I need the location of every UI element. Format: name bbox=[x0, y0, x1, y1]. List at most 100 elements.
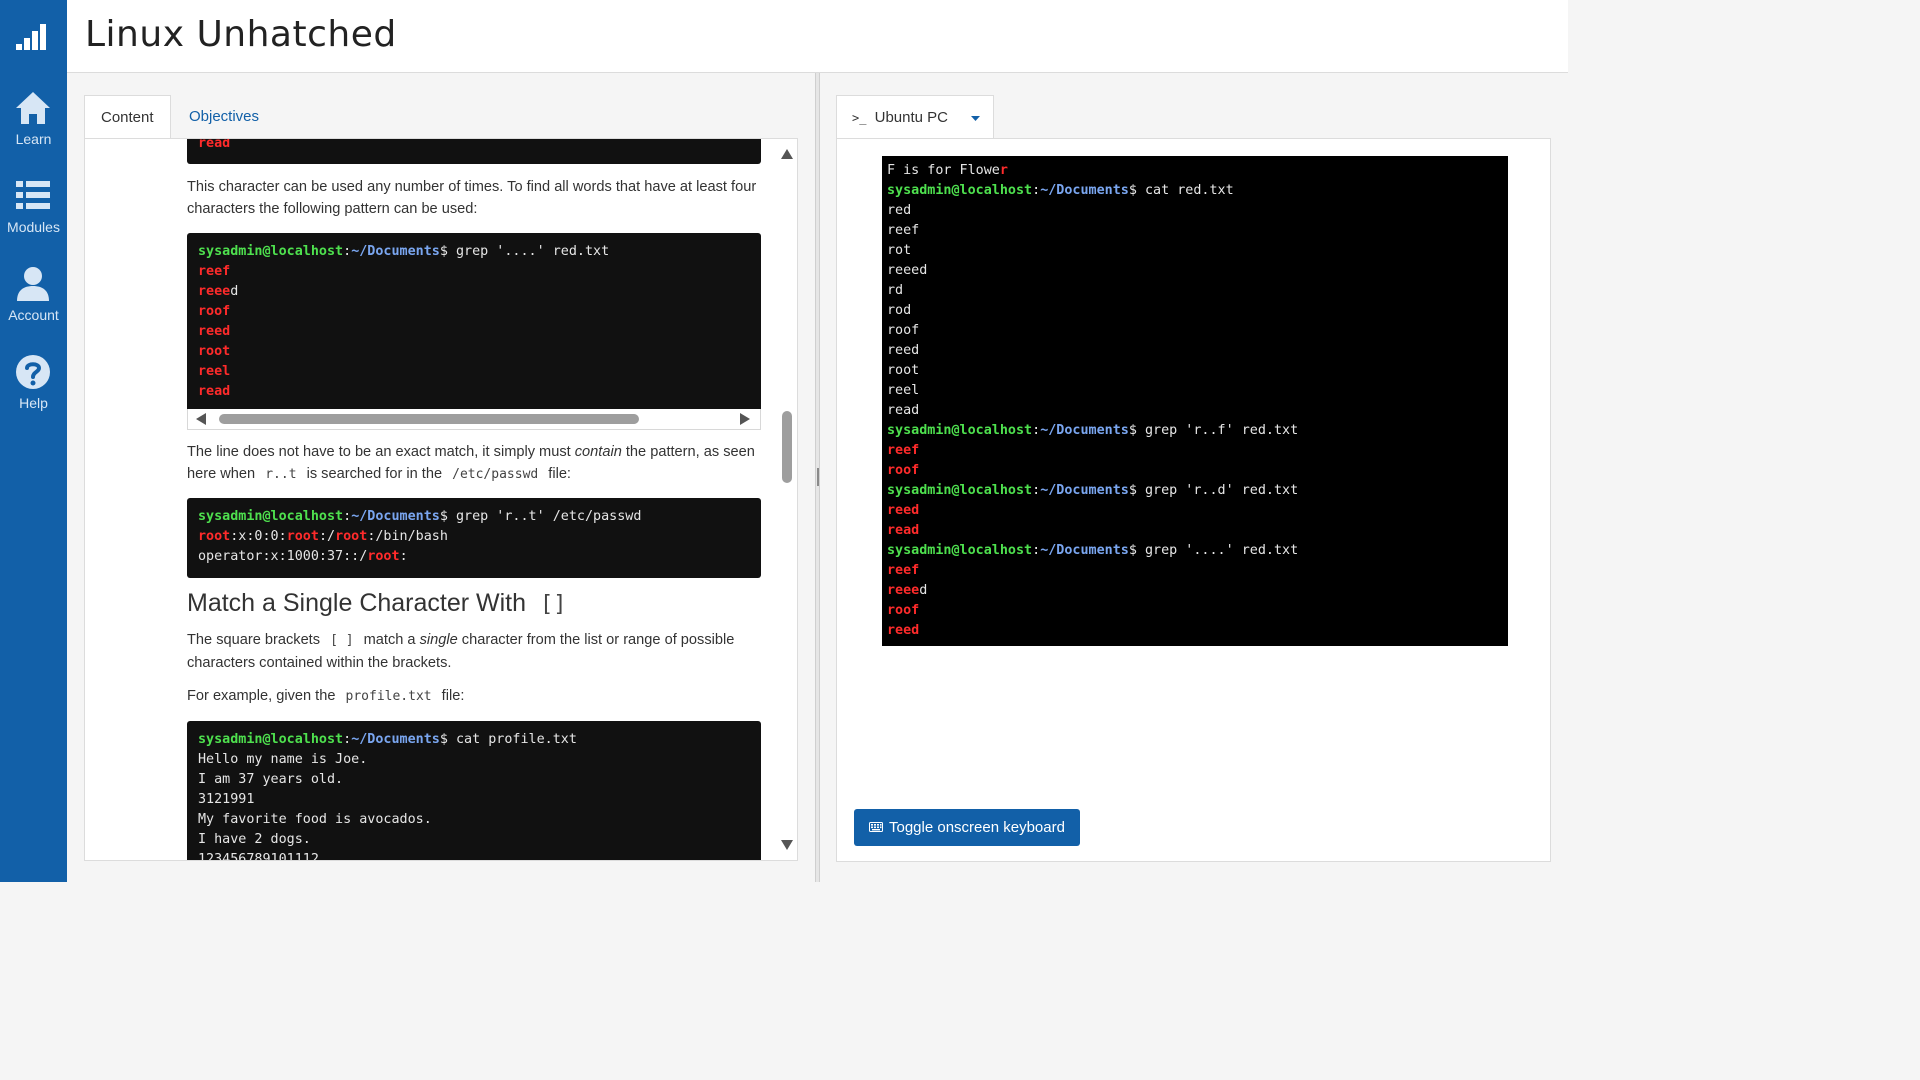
terminal-text: r bbox=[999, 163, 1008, 178]
terminal-line: read bbox=[198, 139, 231, 151]
text: file: bbox=[437, 688, 465, 704]
vertical-scrollbar[interactable] bbox=[778, 139, 796, 860]
content-scroll-area[interactable]: read This character can be used any numb… bbox=[85, 139, 775, 860]
terminal-text: sysadmin@localhost bbox=[887, 543, 1033, 558]
paragraph: For example, given the profile.txt file: bbox=[187, 685, 761, 708]
terminal-line: roof bbox=[887, 321, 1503, 341]
terminal-text: reef bbox=[887, 443, 920, 458]
home-icon bbox=[16, 92, 50, 124]
terminal-line: reel bbox=[887, 381, 1503, 401]
inline-code: /etc/passwd bbox=[452, 467, 539, 482]
vm-tab-label: Ubuntu PC bbox=[874, 109, 948, 126]
terminal-line: F is for Flower bbox=[887, 161, 1503, 181]
text: file: bbox=[544, 466, 571, 482]
scroll-down-icon[interactable] bbox=[781, 840, 793, 850]
nav-help[interactable]: Help bbox=[0, 354, 67, 426]
prompt-user: sysadmin@localhost bbox=[198, 509, 344, 524]
terminal-text: $ cat red.txt bbox=[1128, 183, 1234, 198]
vm-tab-selector[interactable]: >_ Ubuntu PC bbox=[836, 95, 994, 139]
scroll-up-icon[interactable] bbox=[781, 149, 793, 159]
page-title: Linux Unhatched bbox=[85, 14, 397, 55]
terminal-container: F is for Flower sysadmin@localhost:~/Docu… bbox=[836, 138, 1551, 862]
terminal-block: sysadmin@localhost:~/Documents$ cat prof… bbox=[187, 721, 761, 860]
text: The square brackets bbox=[187, 632, 325, 648]
match-text: root bbox=[335, 529, 368, 544]
paragraph: This character can be used any number of… bbox=[187, 179, 757, 217]
scroll-left-icon[interactable] bbox=[196, 413, 206, 425]
match-text: read bbox=[198, 384, 231, 399]
toggle-keyboard-button[interactable]: Toggle onscreen keyboard bbox=[854, 809, 1080, 846]
nav-modules[interactable]: Modules bbox=[0, 178, 67, 250]
terminal-line: read bbox=[887, 521, 1503, 541]
terminal-text: read bbox=[887, 403, 920, 418]
prompt-path: ~/Documents bbox=[351, 244, 440, 259]
terminal-text: : bbox=[1032, 543, 1041, 558]
output-line: 3121991 bbox=[198, 792, 255, 807]
terminal-line: reed bbox=[887, 341, 1503, 361]
keyboard-icon bbox=[869, 822, 883, 832]
match-text: reee bbox=[198, 284, 231, 299]
bar-chart-logo-icon[interactable] bbox=[14, 18, 50, 52]
terminal-line: reef bbox=[887, 221, 1503, 241]
tab-objectives[interactable]: Objectives bbox=[173, 95, 273, 139]
scrollbar-thumb[interactable] bbox=[219, 414, 639, 424]
list-icon bbox=[16, 181, 50, 209]
command-text: grep '....' red.txt bbox=[447, 244, 610, 259]
help-icon bbox=[16, 355, 50, 389]
user-icon bbox=[17, 267, 49, 301]
scroll-right-icon[interactable] bbox=[740, 413, 750, 425]
rest-text: :/bin/bash bbox=[367, 529, 448, 544]
terminal-line: reed bbox=[887, 501, 1503, 521]
terminal-text: : bbox=[1032, 483, 1041, 498]
rest-text: :/ bbox=[318, 529, 336, 544]
output-line: Hello my name is Joe. bbox=[198, 752, 368, 767]
prompt-path: ~/Documents bbox=[351, 732, 440, 747]
paragraph: The square brackets [ ] match a single c… bbox=[187, 629, 761, 674]
match-text: root bbox=[198, 344, 231, 359]
terminal-text: reef bbox=[887, 563, 920, 578]
nav-account[interactable]: Account bbox=[0, 266, 67, 338]
terminal-line: sysadmin@localhost:~/Documents$ cat red.… bbox=[887, 181, 1503, 201]
divider-grip[interactable] bbox=[817, 468, 819, 486]
prompt-path: ~/Documents bbox=[351, 509, 440, 524]
terminal-line: reed bbox=[887, 621, 1503, 641]
command-text: grep 'r..t' /etc/passwd bbox=[447, 509, 642, 524]
terminal-text: ~/Documents bbox=[1040, 543, 1129, 558]
text: For example, given the bbox=[187, 688, 340, 704]
terminal-line: sysadmin@localhost:~/Documents$ grep '..… bbox=[887, 541, 1503, 561]
emphasis: single bbox=[419, 632, 458, 648]
terminal-line: roof bbox=[887, 461, 1503, 481]
terminal-text: roof bbox=[887, 463, 920, 478]
output-line: My favorite food is avocados. bbox=[198, 812, 432, 827]
page-header: Linux Unhatched bbox=[67, 0, 1568, 73]
tab-content[interactable]: Content bbox=[84, 95, 171, 139]
terminal-line: rod bbox=[887, 301, 1503, 321]
nav-label-account: Account bbox=[8, 307, 59, 323]
heading-code: [] bbox=[540, 592, 567, 617]
content-pane: Content Objectives read This character c… bbox=[67, 73, 815, 882]
match-text: reed bbox=[198, 324, 231, 339]
rest-text: d bbox=[230, 284, 239, 299]
scrollbar-thumb[interactable] bbox=[782, 411, 792, 483]
terminal-text: ~/Documents bbox=[1040, 423, 1129, 438]
keyboard-button-label: Toggle onscreen keyboard bbox=[889, 819, 1065, 836]
nav-learn[interactable]: Learn bbox=[0, 90, 67, 162]
terminal-block: sysadmin@localhost:~/Documents$ grep '..… bbox=[187, 233, 761, 409]
match-text: reef bbox=[198, 264, 231, 279]
terminal-text: sysadmin@localhost bbox=[887, 183, 1033, 198]
terminal-text: reed bbox=[887, 623, 920, 638]
terminal-text: ~/Documents bbox=[1040, 483, 1129, 498]
chevron-down-icon[interactable] bbox=[971, 116, 980, 121]
match-text: root bbox=[367, 549, 400, 564]
terminal-text: reed bbox=[887, 503, 920, 518]
terminal-text: $ grep 'r..d' red.txt bbox=[1128, 483, 1299, 498]
terminal-line: sysadmin@localhost:~/Documents$ grep 'r.… bbox=[887, 421, 1503, 441]
content-box: read This character can be used any numb… bbox=[84, 138, 798, 861]
terminal-screen[interactable]: F is for Flower sysadmin@localhost:~/Docu… bbox=[882, 156, 1508, 646]
horizontal-scrollbar[interactable] bbox=[187, 409, 761, 430]
text: match a bbox=[359, 632, 420, 648]
inline-code: [ ] bbox=[330, 633, 354, 648]
terminal-text: reel bbox=[887, 383, 920, 398]
terminal-text: reee bbox=[887, 583, 920, 598]
terminal-text: reeed bbox=[887, 263, 928, 278]
